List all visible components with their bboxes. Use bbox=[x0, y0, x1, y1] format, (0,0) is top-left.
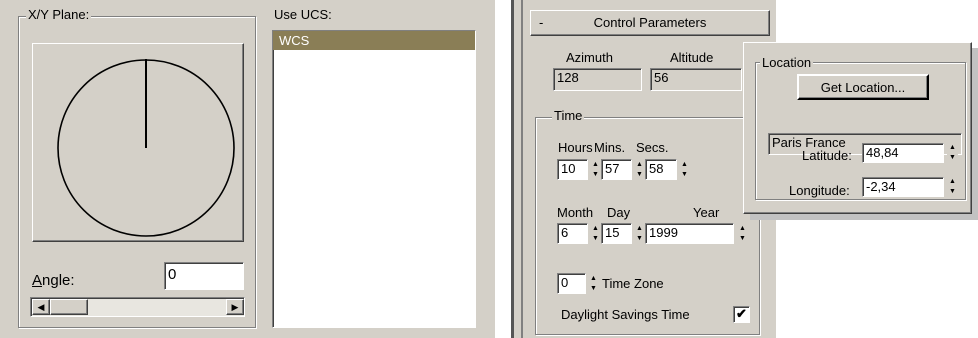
angle-dial-frame[interactable] bbox=[32, 43, 244, 242]
ucs-list[interactable]: WCS bbox=[272, 30, 476, 328]
hours-input[interactable]: 10 bbox=[557, 159, 588, 180]
day-label: Day bbox=[607, 205, 631, 220]
time-group-title: Time bbox=[552, 108, 585, 123]
dst-checkbox[interactable]: ✔ bbox=[733, 306, 750, 323]
azimuth-value: 128 bbox=[557, 70, 579, 85]
timezone-value: 0 bbox=[561, 275, 569, 290]
hours-spinner[interactable]: ▲ ▼ bbox=[590, 160, 601, 180]
latitude-spinner[interactable]: ▲ ▼ bbox=[947, 143, 958, 163]
altitude-value-box: 56 bbox=[650, 68, 742, 91]
altitude-label: Altitude bbox=[670, 50, 714, 65]
secs-value: 58 bbox=[649, 161, 664, 176]
timezone-spinner[interactable]: ▲ ▼ bbox=[588, 274, 599, 294]
azimuth-label: Azimuth bbox=[566, 50, 613, 65]
mins-spinner[interactable]: ▲ ▼ bbox=[634, 160, 645, 180]
azimuth-value-box: 128 bbox=[553, 68, 642, 91]
get-location-button-label: Get Location... bbox=[820, 80, 906, 95]
angle-scrollbar[interactable]: ◀ ▶ bbox=[30, 297, 245, 317]
hours-value: 10 bbox=[561, 161, 576, 176]
sun-panel-inner-border bbox=[521, 0, 523, 338]
year-label: Year bbox=[693, 205, 720, 220]
dst-check-mark: ✔ bbox=[736, 306, 747, 321]
angle-dial[interactable] bbox=[33, 44, 243, 241]
day-input[interactable]: 15 bbox=[601, 223, 632, 244]
day-value: 15 bbox=[605, 225, 620, 240]
year-spinner[interactable]: ▲ ▼ bbox=[737, 224, 748, 244]
timezone-input[interactable]: 0 bbox=[557, 273, 586, 294]
latitude-value: 48,84 bbox=[866, 145, 899, 160]
scroll-left-button[interactable]: ◀ bbox=[32, 299, 50, 315]
year-input[interactable]: 1999 bbox=[645, 223, 734, 244]
hours-label: Hours bbox=[558, 140, 593, 155]
rollout-toggle: - bbox=[539, 15, 544, 30]
year-value: 1999 bbox=[649, 225, 678, 240]
month-spinner[interactable]: ▲ ▼ bbox=[590, 224, 601, 244]
ucs-list-item-label: WCS bbox=[279, 33, 310, 48]
control-parameters-rollout-header[interactable]: - Control Parameters bbox=[530, 10, 770, 36]
rollout-title: Control Parameters bbox=[593, 15, 707, 30]
angle-input[interactable]: 0 bbox=[164, 262, 244, 290]
location-group-title: Location bbox=[760, 55, 814, 70]
xy-plane-title: X/Y Plane: bbox=[26, 7, 92, 22]
month-value: 6 bbox=[561, 225, 569, 240]
dst-label: Daylight Savings Time bbox=[561, 307, 690, 322]
scroll-right-button[interactable]: ▶ bbox=[226, 299, 244, 315]
scroll-thumb[interactable] bbox=[50, 299, 88, 315]
month-label: Month bbox=[557, 205, 594, 220]
longitude-label: Longitude: bbox=[789, 183, 850, 198]
latitude-input[interactable]: 48,84 bbox=[862, 143, 944, 163]
angle-label: Angle: bbox=[32, 272, 75, 289]
longitude-value: -2,34 bbox=[866, 179, 896, 194]
secs-spinner[interactable]: ▲ ▼ bbox=[679, 160, 690, 180]
ucs-list-item-wcs[interactable]: WCS bbox=[273, 31, 475, 50]
timezone-label: Time Zone bbox=[602, 276, 664, 291]
secs-input[interactable]: 58 bbox=[645, 159, 677, 180]
longitude-input[interactable]: -2,34 bbox=[862, 177, 944, 197]
mins-value: 57 bbox=[605, 161, 620, 176]
mins-label: Mins. bbox=[594, 140, 626, 155]
angle-input-value: 0 bbox=[168, 266, 177, 283]
mins-input[interactable]: 57 bbox=[601, 159, 632, 180]
get-location-button[interactable]: Get Location... bbox=[797, 74, 929, 100]
altitude-value: 56 bbox=[654, 70, 669, 85]
secs-label: Secs. bbox=[636, 140, 669, 155]
day-spinner[interactable]: ▲ ▼ bbox=[634, 224, 645, 244]
longitude-spinner[interactable]: ▲ ▼ bbox=[947, 177, 958, 197]
month-input[interactable]: 6 bbox=[557, 223, 588, 244]
latitude-label: Latitude: bbox=[802, 148, 852, 163]
use-ucs-title: Use UCS: bbox=[274, 7, 332, 22]
